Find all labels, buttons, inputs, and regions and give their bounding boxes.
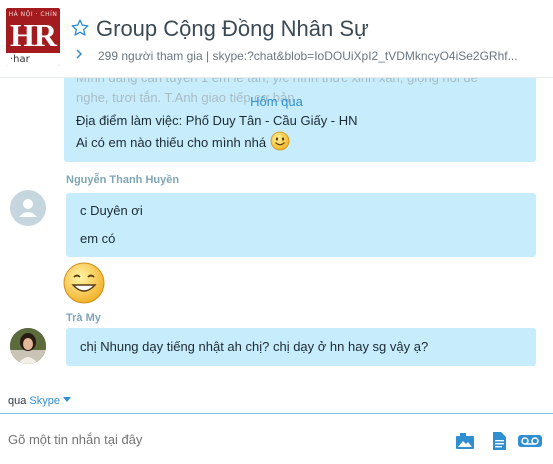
grin-emoji-icon — [63, 262, 105, 304]
compose-divider — [0, 413, 553, 414]
subtitle-separator: | — [205, 49, 210, 63]
group-avatar-logo[interactable]: HÀ NỘI · CHÍN HR ·har — [6, 8, 60, 66]
sender-name[interactable]: Trà My — [66, 312, 101, 324]
message-list[interactable]: Mình đang cần tuyển 1 em lễ tân, y/c hìn… — [0, 78, 553, 383]
user-photo-icon — [10, 328, 46, 364]
send-via-selector[interactable]: qua Skype — [8, 395, 72, 407]
message-text: Ai có em nào thiếu cho mình nhá — [76, 135, 267, 150]
favorite-star-icon[interactable] — [70, 18, 90, 38]
default-user-icon — [19, 199, 37, 217]
conversation-subtitle: 299 người tham gia | skype:?chat&blob=Io… — [98, 49, 548, 63]
logo-mark: HR — [10, 17, 57, 53]
image-send-icon[interactable] — [455, 432, 475, 450]
logo-sub-text: ·har — [10, 54, 30, 65]
sender-name[interactable]: Nguyễn Thanh Huyền — [66, 174, 179, 186]
via-service[interactable]: Skype — [29, 395, 60, 407]
chevron-down-icon[interactable] — [63, 397, 72, 403]
file-send-icon[interactable] — [489, 432, 509, 450]
avatar[interactable] — [10, 190, 46, 226]
conversation-title: Group Cộng Đồng Nhân Sự — [96, 16, 369, 41]
message-bubble: Mình đang cần tuyển 1 em lễ tân, y/c hìn… — [64, 78, 536, 162]
message-bubble: chị Nhung dạy tiếng nhật ah chị? chị dạy… — [66, 328, 536, 366]
message-line: c Duyên ơi — [80, 203, 143, 218]
message-line-faded: Mình đang cần tuyển 1 em lễ tân, y/c hìn… — [76, 78, 524, 88]
chevron-right-icon[interactable] — [74, 48, 84, 60]
participant-count[interactable]: 299 người tham gia — [98, 49, 203, 63]
message-line: em có — [80, 231, 116, 246]
chat-header: HÀ NỘI · CHÍN HR ·har Group Cộng Đồng Nh… — [0, 0, 553, 78]
via-prefix: qua — [8, 395, 27, 407]
avatar[interactable] — [10, 328, 46, 364]
smile-emoji-icon — [270, 131, 290, 151]
message-line: chị Nhung dạy tiếng nhật ah chị? chị dạy… — [80, 339, 429, 354]
day-divider: Hôm qua — [250, 94, 303, 109]
message-line: Ai có em nào thiếu cho mình nhá — [76, 131, 524, 153]
message-bubble: c Duyên ơi em có — [66, 193, 536, 257]
message-line: Địa điểm làm việc: Phố Duy Tân - Cầu Giấ… — [76, 113, 358, 128]
conversation-link[interactable]: skype:?chat&blob=IoDOUiXpI2_tVDMkncyO4iS… — [212, 49, 517, 63]
message-input[interactable] — [8, 432, 428, 447]
video-message-icon[interactable] — [518, 432, 542, 450]
